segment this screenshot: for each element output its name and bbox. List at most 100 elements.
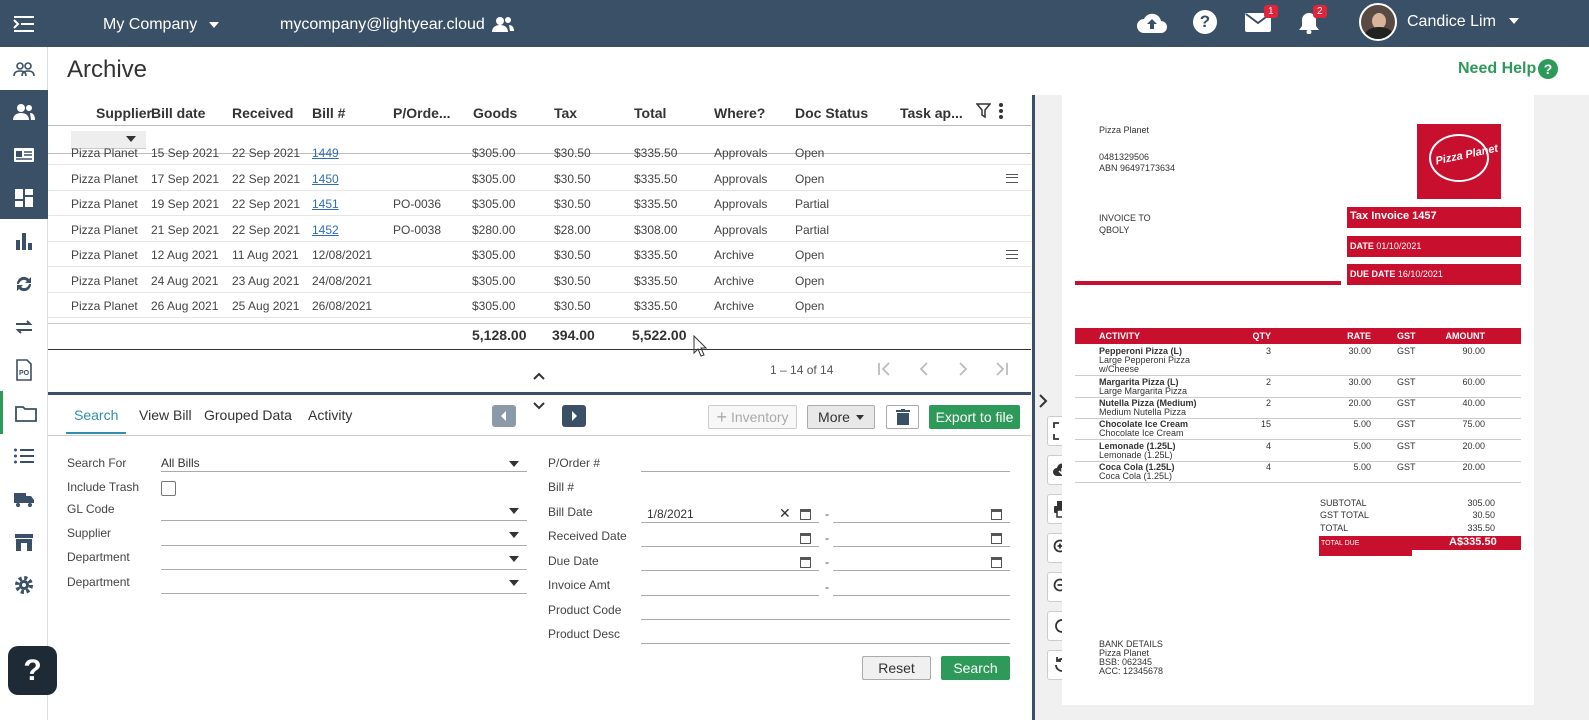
sidebar-item-settings[interactable] xyxy=(0,563,48,606)
user-name[interactable]: Candice Lim xyxy=(1407,13,1496,31)
prev-page-icon[interactable] xyxy=(918,362,930,376)
bill-number-link[interactable]: 1450 xyxy=(312,172,339,186)
clear-date-icon[interactable]: ✕ xyxy=(779,505,791,522)
table-row[interactable]: Pizza Planet 15 Sep 2021 22 Sep 2021 1449 $3… xyxy=(48,147,1031,165)
column-header[interactable]: Tax xyxy=(554,105,577,121)
table-row[interactable]: Pizza Planet 17 Sep 2021 22 Sep 2021 1450 $3… xyxy=(48,166,1031,191)
received-date-to-input[interactable] xyxy=(833,529,1010,547)
bill-date-to-input[interactable] xyxy=(833,505,1010,523)
calendar-icon[interactable] xyxy=(800,533,811,544)
next-page-icon[interactable] xyxy=(957,362,969,376)
notes-icon[interactable] xyxy=(1006,250,1018,259)
column-header[interactable]: Bill # xyxy=(312,105,345,121)
department-select-1[interactable] xyxy=(161,552,527,570)
collapse-viewer-icon[interactable] xyxy=(1038,394,1048,408)
help-icon[interactable]: ? xyxy=(1193,10,1217,34)
sidebar-item-transfer[interactable] xyxy=(0,305,48,348)
inventory-button[interactable]: + Inventory xyxy=(708,405,797,429)
bill-date-from-input[interactable]: 1/8/2021 xyxy=(641,505,819,523)
menu-collapse-icon[interactable] xyxy=(13,15,35,33)
company-selector[interactable]: My Company xyxy=(103,16,197,34)
invoice-amt-to-input[interactable] xyxy=(833,578,1010,596)
product-desc-input[interactable] xyxy=(641,626,1010,644)
bill-number-link[interactable]: 1452 xyxy=(312,223,339,237)
sidebar-item-archive[interactable] xyxy=(0,391,48,434)
column-header[interactable]: Bill date xyxy=(151,105,205,121)
last-page-icon[interactable] xyxy=(993,362,1009,376)
column-header[interactable]: Goods xyxy=(473,105,517,121)
prev-bill-button[interactable] xyxy=(492,405,516,427)
tab-view-bill[interactable]: View Bill xyxy=(139,407,192,423)
user-menu-chevron-down-icon[interactable] xyxy=(1509,18,1519,24)
invoice-amt-from-input[interactable] xyxy=(641,578,819,596)
supplier-filter-chevron-down-icon[interactable] xyxy=(126,136,136,142)
sidebar-item-contacts[interactable] xyxy=(0,47,48,90)
notes-icon[interactable] xyxy=(1006,173,1018,183)
search-button[interactable]: Search xyxy=(941,656,1010,680)
first-page-icon[interactable] xyxy=(877,362,893,376)
sidebar-item-delivery[interactable] xyxy=(0,477,48,520)
gl-code-select[interactable] xyxy=(161,503,527,521)
need-help-icon[interactable]: ? xyxy=(1538,59,1558,79)
due-date-from-input[interactable] xyxy=(641,553,819,571)
column-header[interactable]: Total xyxy=(634,105,666,121)
search-for-select[interactable]: All Bills xyxy=(161,454,527,472)
table-row[interactable]: Pizza Planet 12 Aug 2021 11 Aug 2021 12/08/… xyxy=(48,242,1031,267)
sidebar-item-list[interactable] xyxy=(0,434,48,477)
tab-grouped-data[interactable]: Grouped Data xyxy=(204,407,292,423)
column-header[interactable]: Task ap... xyxy=(900,105,963,121)
department-1-chevron-down-icon[interactable] xyxy=(509,556,519,562)
column-header[interactable]: Supplier xyxy=(96,105,152,121)
account-email[interactable]: mycompany@lightyear.cloud xyxy=(280,16,485,34)
supplier-select[interactable] xyxy=(161,528,527,546)
chevron-up-icon[interactable] xyxy=(533,372,545,380)
table-row[interactable]: Pizza Planet 24 Aug 2021 23 Aug 2021 24/08/… xyxy=(48,268,1031,293)
next-bill-button[interactable] xyxy=(562,405,586,427)
gl-code-chevron-down-icon[interactable] xyxy=(509,508,519,514)
cloud-upload-icon[interactable] xyxy=(1136,12,1168,34)
reset-button[interactable]: Reset xyxy=(862,656,931,680)
sidebar-item-dashboard[interactable] xyxy=(0,176,48,219)
supplier-chevron-down-icon[interactable] xyxy=(509,532,519,538)
department-select-2[interactable] xyxy=(161,576,527,594)
avatar[interactable] xyxy=(1359,3,1397,41)
tab-search[interactable]: Search xyxy=(74,407,118,423)
export-button[interactable]: Export to file xyxy=(929,405,1020,429)
calendar-icon[interactable] xyxy=(991,533,1002,544)
product-code-input[interactable] xyxy=(641,602,1010,620)
calendar-icon[interactable] xyxy=(991,509,1002,520)
calendar-icon[interactable] xyxy=(800,509,811,520)
tab-activity[interactable]: Activity xyxy=(308,407,352,423)
users-icon[interactable] xyxy=(492,16,514,32)
sidebar-item-cards[interactable] xyxy=(0,133,48,176)
sidebar-item-reports[interactable] xyxy=(0,219,48,262)
more-button[interactable]: More xyxy=(807,405,875,429)
calendar-icon[interactable] xyxy=(800,557,811,568)
sidebar-item-purchase-orders[interactable]: PO xyxy=(0,348,48,391)
bill-number-link[interactable]: 1451 xyxy=(312,197,339,211)
chevron-down-icon[interactable] xyxy=(533,402,545,410)
table-row[interactable]: Pizza Planet 21 Sep 2021 22 Sep 2021 1452 PO… xyxy=(48,217,1031,242)
calendar-icon[interactable] xyxy=(991,557,1002,568)
search-for-chevron-down-icon[interactable] xyxy=(509,461,519,467)
more-vertical-icon[interactable] xyxy=(998,102,1004,120)
column-header[interactable]: P/Orde... xyxy=(393,105,451,121)
column-header[interactable]: Where? xyxy=(714,105,765,121)
filter-icon[interactable] xyxy=(976,103,991,119)
sidebar-item-store[interactable] xyxy=(0,520,48,563)
department-2-chevron-down-icon[interactable] xyxy=(509,580,519,586)
due-date-to-input[interactable] xyxy=(833,553,1010,571)
received-date-from-input[interactable] xyxy=(641,529,819,547)
need-help-link[interactable]: Need Help xyxy=(1458,60,1536,78)
bill-number-link[interactable]: 1449 xyxy=(312,147,339,160)
column-header[interactable]: Received xyxy=(232,105,293,121)
sidebar-item-people[interactable] xyxy=(0,90,48,133)
table-row[interactable]: Pizza Planet 19 Sep 2021 22 Sep 2021 1451 PO… xyxy=(48,191,1031,216)
table-row[interactable]: Pizza Planet 26 Aug 2021 25 Aug 2021 26/08/… xyxy=(48,293,1031,318)
company-chevron-down-icon[interactable] xyxy=(209,22,219,28)
column-header[interactable]: Doc Status xyxy=(795,105,868,121)
sidebar-item-sync[interactable] xyxy=(0,262,48,305)
po-number-input[interactable] xyxy=(641,454,1010,472)
include-trash-checkbox[interactable] xyxy=(161,481,176,496)
delete-button[interactable] xyxy=(886,405,919,429)
